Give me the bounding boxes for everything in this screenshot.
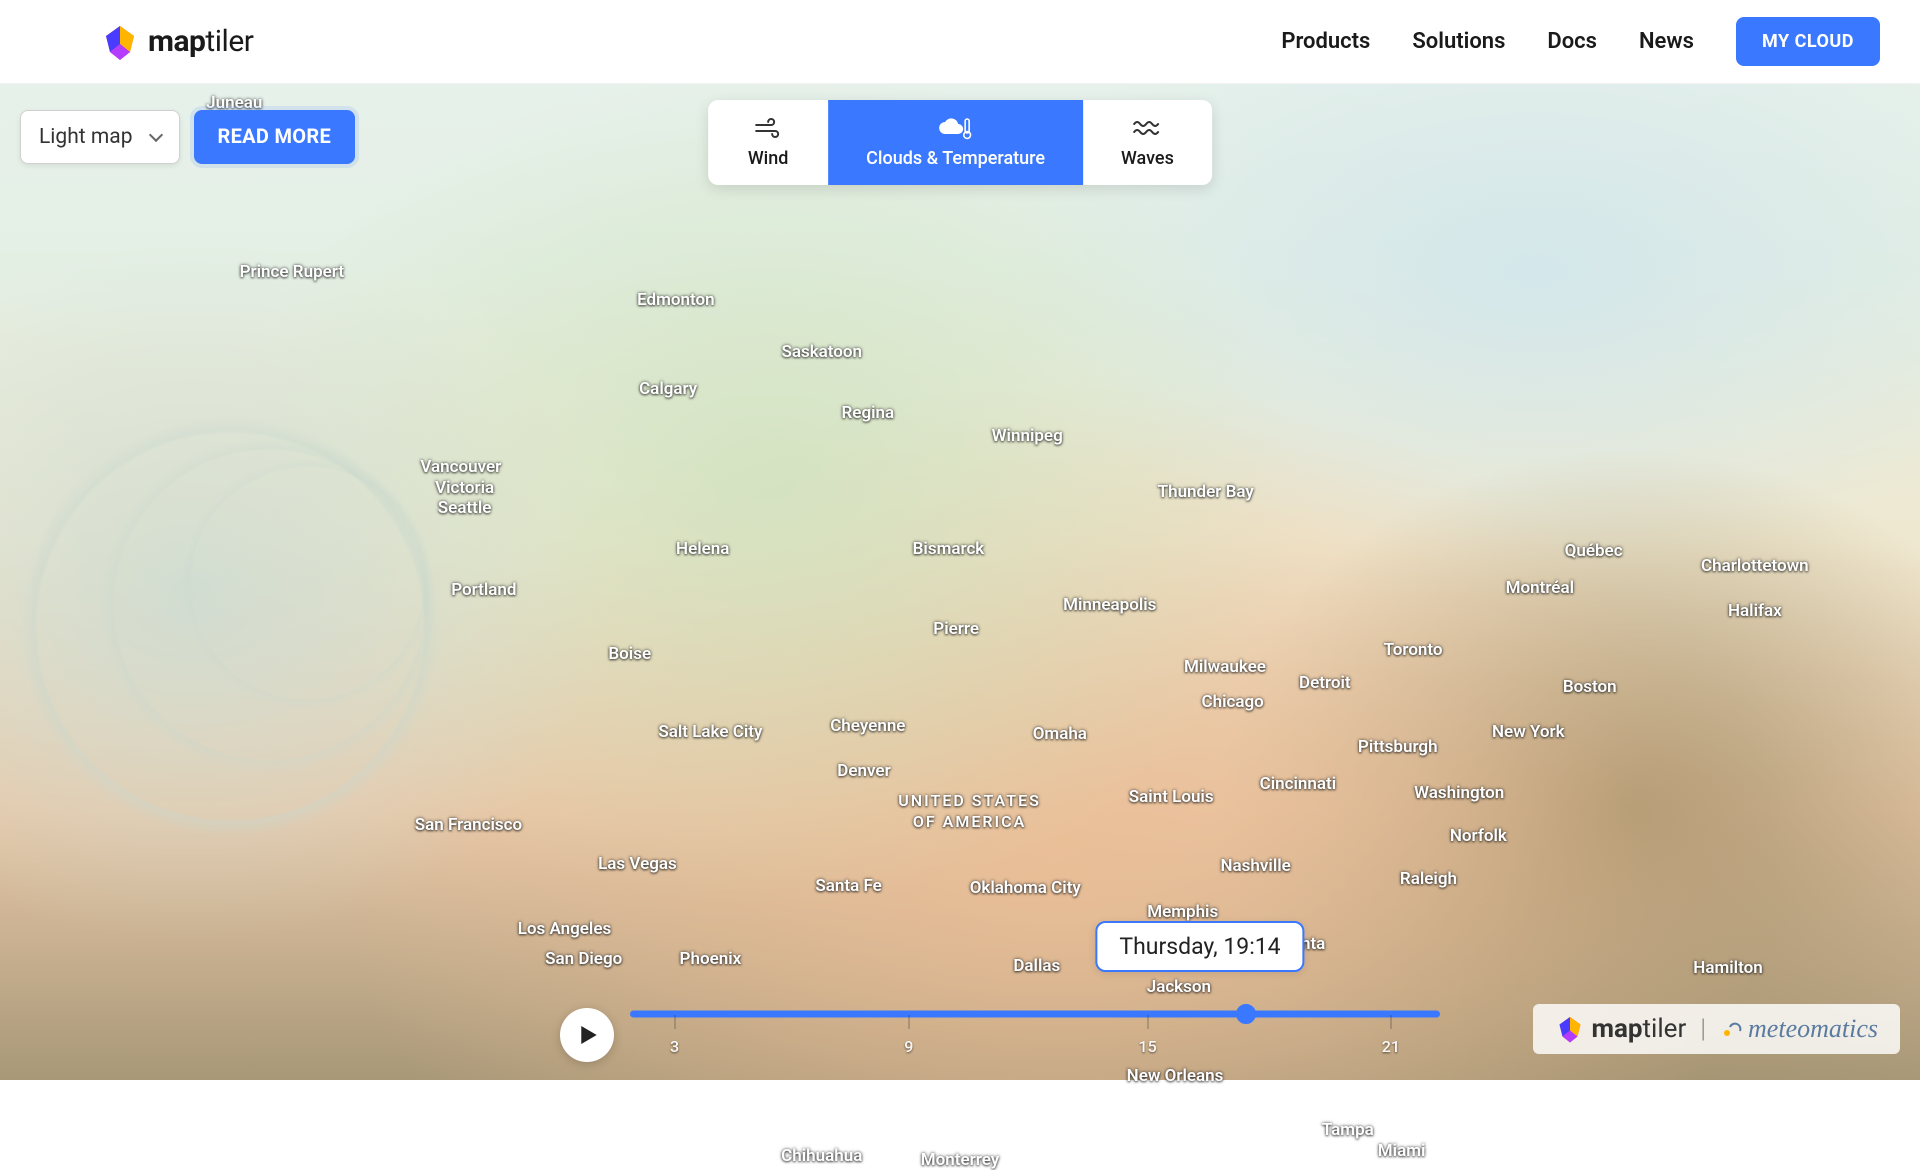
city-label: Santa Fe xyxy=(815,876,881,896)
tab-waves-label: Waves xyxy=(1121,148,1174,169)
city-label: Nashville xyxy=(1221,856,1291,876)
layer-tabs: Wind Clouds & Temperature Waves xyxy=(708,100,1212,185)
city-label: Jackson xyxy=(1147,977,1211,997)
logo-icon xyxy=(1555,1014,1585,1044)
city-label: Detroit xyxy=(1299,673,1351,693)
city-label: Edmonton xyxy=(637,290,715,310)
city-label: Portland xyxy=(451,580,516,600)
city-label: Phoenix xyxy=(680,949,742,969)
slider-track xyxy=(630,1011,1440,1018)
city-label: Saint Louis xyxy=(1129,787,1214,807)
city-label: Las Vegas xyxy=(598,854,677,874)
attribution-maptiler[interactable]: maptiler xyxy=(1555,1014,1686,1044)
country-label: UNITED STATESOF AMERICA xyxy=(898,791,1041,833)
city-label: Tampa xyxy=(1322,1120,1374,1140)
city-label: Salt Lake City xyxy=(658,722,762,742)
cloud-thermometer-icon xyxy=(936,114,976,142)
time-tooltip: Thursday, 19:14 xyxy=(1095,921,1304,972)
city-label: New York xyxy=(1492,722,1565,742)
brand-logo[interactable]: maptiler xyxy=(100,22,253,62)
city-label: Calgary xyxy=(639,379,697,399)
city-label: Vancouver xyxy=(420,457,501,477)
header: maptiler Products Solutions Docs News MY… xyxy=(0,0,1920,84)
tab-waves[interactable]: Waves xyxy=(1083,100,1212,185)
nav-docs[interactable]: Docs xyxy=(1547,29,1597,54)
city-label: Winnipeg xyxy=(992,426,1063,446)
city-label: Cheyenne xyxy=(830,716,905,736)
brand-text: maptiler xyxy=(148,24,253,59)
top-left-controls: Light map READ MORE xyxy=(20,110,355,164)
city-label: New Orleans xyxy=(1127,1066,1224,1086)
city-label: Norfolk xyxy=(1450,826,1507,846)
city-label: San Diego xyxy=(545,949,622,969)
time-slider[interactable] xyxy=(630,1010,1440,1018)
basemap-style-label: Light map xyxy=(39,125,133,149)
city-label: Pittsburgh xyxy=(1358,737,1438,757)
city-label: Thunder Bay xyxy=(1158,482,1254,502)
city-label: Los Angeles xyxy=(518,919,612,939)
city-label: Monterrey xyxy=(921,1150,999,1170)
meteo-icon xyxy=(1720,1018,1742,1040)
city-label: Milwaukee xyxy=(1184,657,1266,677)
chevron-down-icon xyxy=(148,128,162,142)
city-label: Dallas xyxy=(1013,956,1060,976)
city-label: Victoria xyxy=(435,478,494,498)
city-label: Helena xyxy=(676,539,729,559)
city-label: Memphis xyxy=(1147,902,1218,922)
wind-icon xyxy=(753,114,783,142)
read-more-button[interactable]: READ MORE xyxy=(194,110,356,164)
attribution-meteomatics[interactable]: meteomatics xyxy=(1720,1014,1878,1044)
city-label: Minneapolis xyxy=(1063,595,1156,615)
play-button[interactable] xyxy=(560,1008,614,1062)
separator: | xyxy=(1700,1014,1706,1044)
city-label: Saskatoon xyxy=(781,342,862,362)
slider-thumb[interactable] xyxy=(1236,1004,1256,1024)
city-label: Boston xyxy=(1563,677,1617,697)
nav-solutions[interactable]: Solutions xyxy=(1412,29,1505,54)
tab-clouds-label: Clouds & Temperature xyxy=(866,148,1045,169)
city-label: Québec xyxy=(1565,541,1623,561)
city-label: Cincinnati xyxy=(1260,774,1337,794)
city-label: Raleigh xyxy=(1400,869,1457,889)
nav-products[interactable]: Products xyxy=(1281,29,1370,54)
nav-news[interactable]: News xyxy=(1639,29,1694,54)
attribution: maptiler | meteomatics xyxy=(1533,1004,1900,1054)
city-label: Omaha xyxy=(1033,724,1087,744)
city-label: Miami xyxy=(1378,1141,1426,1161)
city-label: Charlottetown xyxy=(1701,556,1809,576)
city-label: Chicago xyxy=(1201,692,1263,712)
city-label: Denver xyxy=(837,761,890,781)
city-label: Pierre xyxy=(933,619,979,639)
waves-icon xyxy=(1132,114,1162,142)
city-label: Boise xyxy=(608,644,651,664)
city-label: Regina xyxy=(841,403,894,423)
city-label: Seattle xyxy=(438,498,492,518)
city-label: Bismarck xyxy=(913,539,985,559)
tab-wind-label: Wind xyxy=(748,148,789,169)
play-icon xyxy=(580,1026,598,1044)
city-label: Montréal xyxy=(1506,578,1574,598)
city-label: San Francisco xyxy=(415,815,522,835)
logo-icon xyxy=(100,22,140,62)
city-label: Prince Rupert xyxy=(240,262,344,282)
city-label: Toronto xyxy=(1384,640,1443,660)
city-label: Halifax xyxy=(1728,601,1782,621)
nav: Products Solutions Docs News MY CLOUD xyxy=(1281,17,1880,66)
my-cloud-button[interactable]: MY CLOUD xyxy=(1736,17,1880,66)
city-label: Oklahoma City xyxy=(970,878,1081,898)
city-label: Chihuahua xyxy=(781,1146,862,1166)
tab-clouds-temperature[interactable]: Clouds & Temperature xyxy=(828,100,1083,185)
city-label: Hamilton xyxy=(1693,958,1762,978)
basemap-style-select[interactable]: Light map xyxy=(20,110,180,164)
tab-wind[interactable]: Wind xyxy=(708,100,828,185)
city-label: Washington xyxy=(1414,783,1504,803)
